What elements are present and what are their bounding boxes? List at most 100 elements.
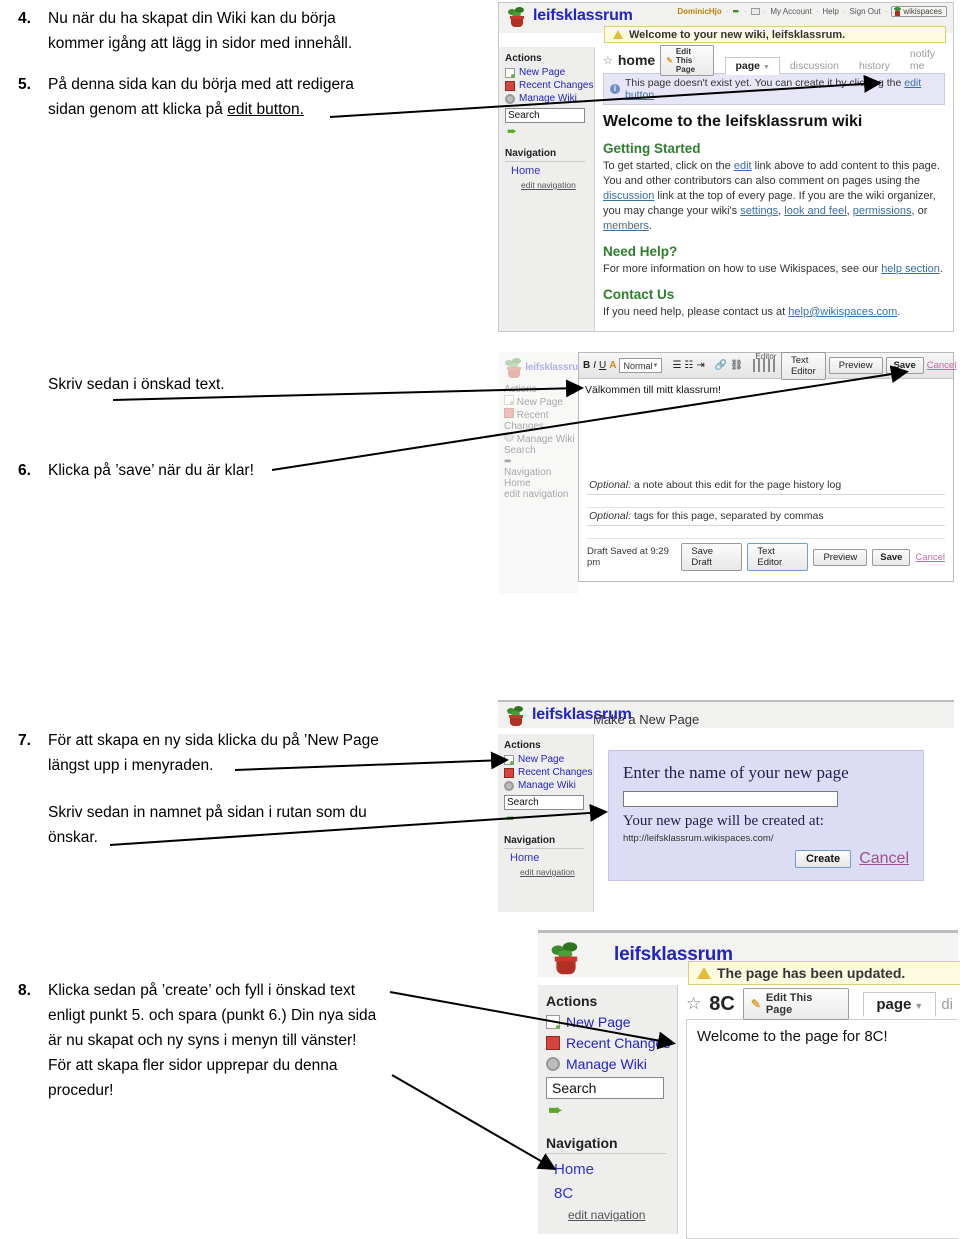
search-go-arrow-icon[interactable]: ➨ bbox=[548, 1100, 677, 1121]
newpage-cancel-link[interactable]: Cancel bbox=[859, 850, 909, 868]
updated-sidebar-item-manage-wiki[interactable]: Manage Wiki bbox=[546, 1056, 677, 1072]
tab-history[interactable]: history bbox=[849, 57, 900, 75]
edit-note-input[interactable] bbox=[587, 495, 945, 508]
updated-nav-link-home[interactable]: Home bbox=[554, 1161, 677, 1178]
updated-edit-this-page-button[interactable]: ✎ Edit This Page bbox=[742, 988, 850, 1020]
nh-link-help-section[interactable]: help section bbox=[881, 263, 940, 275]
sign-out-link[interactable]: Sign Out bbox=[850, 7, 881, 16]
gs-link-discussion[interactable]: discussion bbox=[603, 190, 654, 202]
calendar-icon bbox=[504, 408, 514, 418]
info-icon: i bbox=[610, 84, 620, 94]
newpage-edit-navigation-link[interactable]: edit navigation bbox=[520, 867, 593, 877]
step-write-text: Skriv sedan i önskad text. bbox=[18, 372, 418, 397]
editor-sidebar-item-new-page: New Page bbox=[504, 395, 578, 408]
newpage-sidebar-item-recent-changes-label: Recent Changes bbox=[518, 767, 593, 778]
nav-link-home[interactable]: Home bbox=[511, 165, 594, 177]
updated-edit-navigation-link[interactable]: edit navigation bbox=[568, 1208, 677, 1222]
section-getting-started-title: Getting Started bbox=[603, 141, 701, 156]
calendar-icon bbox=[505, 80, 515, 91]
updated-page-tabs: page ▼ di bbox=[863, 991, 958, 1017]
newpage-sidebar-item-manage-wiki[interactable]: Manage Wiki bbox=[504, 780, 593, 791]
edit-this-page-button[interactable]: ✎ Edit This Page bbox=[660, 44, 715, 76]
navigation-heading: Navigation bbox=[505, 148, 585, 162]
step-8-line-1: Klicka sedan på ’create’ och fyll i önsk… bbox=[48, 982, 356, 999]
editor-panel: Editor B I U A Normal ▼ ☰ ☷ ⇥ 🔗 ⛓ Text E… bbox=[578, 351, 957, 582]
gs-text-0: To get started, click on the bbox=[603, 160, 734, 172]
wikispaces-plant-icon bbox=[894, 7, 902, 16]
gs-link-look-and-feel[interactable]: look and feel bbox=[784, 205, 846, 217]
save-button-footer[interactable]: Save bbox=[872, 548, 911, 566]
editor-content[interactable]: Välkommen till mitt klassrum! bbox=[579, 379, 953, 401]
gs-link-settings[interactable]: settings bbox=[740, 205, 778, 217]
updated-nav-link-8c[interactable]: 8C bbox=[554, 1185, 677, 1202]
page-title: home bbox=[617, 52, 656, 68]
editor-edit-navigation-link: edit navigation bbox=[504, 489, 569, 500]
updated-search-input[interactable]: Search bbox=[546, 1077, 664, 1099]
step-4-line-2: kommer igång att lägg in sidor med inneh… bbox=[48, 35, 353, 52]
editor-wiki-name: leifsklassru bbox=[525, 361, 578, 373]
new-page-name-input[interactable] bbox=[623, 791, 838, 807]
username[interactable]: DominicHjo bbox=[677, 7, 721, 16]
step-8-line-5: procedur! bbox=[48, 1082, 114, 1099]
newpage-sidebar-item-new-page[interactable]: New Page bbox=[504, 754, 593, 765]
style-select-value: Normal bbox=[623, 360, 653, 371]
save-draft-button[interactable]: Save Draft bbox=[681, 543, 743, 571]
gs-link-members[interactable]: members bbox=[603, 220, 649, 232]
screenshot-wiki-editor: leifsklassru Actions New Page Recent Cha… bbox=[498, 351, 957, 594]
tab-discussion-partial[interactable]: di bbox=[936, 992, 958, 1017]
wikispaces-brand-button[interactable]: wikispaces bbox=[891, 6, 947, 17]
cu-link-email[interactable]: help@wikispaces.com bbox=[788, 306, 897, 318]
text-editor-button-footer[interactable]: Text Editor bbox=[747, 543, 809, 571]
step-6-line-1: Klicka på ’save’ när du är klar! bbox=[48, 462, 254, 479]
my-account-link[interactable]: My Account bbox=[770, 7, 811, 16]
favorite-star-icon[interactable]: ☆ bbox=[686, 994, 701, 1014]
cancel-link[interactable]: Cancel bbox=[927, 360, 957, 371]
newpage-search-input[interactable]: Search bbox=[504, 795, 584, 810]
plant-logo-icon bbox=[507, 5, 527, 27]
tags-input[interactable] bbox=[587, 526, 945, 539]
step-8-line-2: enligt punkt 5. och spara (punkt 6.) Din… bbox=[48, 1007, 377, 1024]
cancel-link-footer[interactable]: Cancel bbox=[915, 552, 945, 563]
gs-link-permissions[interactable]: permissions bbox=[853, 205, 912, 217]
sidebar-item-manage-wiki[interactable]: Manage Wiki bbox=[505, 93, 594, 104]
tab-notify-me[interactable]: notify me bbox=[900, 45, 945, 75]
newpage-sidebar-item-recent-changes[interactable]: Recent Changes bbox=[504, 767, 593, 778]
tab-page[interactable]: page ▼ bbox=[725, 57, 780, 75]
mail-icon[interactable] bbox=[750, 8, 760, 15]
new-page-subprompt: Your new page will be created at: bbox=[623, 813, 824, 829]
search-go-arrow-icon[interactable]: ➨ bbox=[507, 124, 594, 138]
gs-link-edit[interactable]: edit bbox=[734, 160, 752, 172]
warning-icon bbox=[697, 967, 711, 979]
gear-icon bbox=[546, 1057, 560, 1071]
editor-faded-sidebar: leifsklassru Actions New Page Recent Cha… bbox=[498, 352, 578, 594]
screenshot-page-updated: leifsklassrum The page has been updated.… bbox=[538, 930, 960, 1239]
step-8: 8. Klicka sedan på ’create’ och fyll i ö… bbox=[18, 978, 438, 1103]
section-contact-us-text: If you need help, please contact us at h… bbox=[603, 305, 945, 320]
newpage-nav-link-home[interactable]: Home bbox=[510, 852, 593, 864]
sidebar-item-recent-changes[interactable]: Recent Changes bbox=[505, 80, 594, 91]
tab-discussion[interactable]: discussion bbox=[780, 57, 849, 75]
editor-nav-link-home: Home bbox=[504, 478, 531, 489]
updated-page-title: 8C bbox=[709, 992, 735, 1015]
updated-page-content-box: Welcome to the page for 8C! bbox=[686, 1019, 958, 1239]
edit-navigation-link[interactable]: edit navigation bbox=[521, 180, 594, 190]
favorite-star-icon[interactable]: ☆ bbox=[603, 54, 613, 67]
newpage-actions-heading: Actions bbox=[504, 740, 541, 751]
updated-sidebar-item-recent-changes[interactable]: Recent Changes bbox=[546, 1035, 677, 1051]
step-4-number: 4. bbox=[18, 10, 31, 27]
updated-main: ☆ 8C ✎ Edit This Page page ▼ di Welcome t… bbox=[678, 985, 958, 1239]
nh-text-2: . bbox=[939, 263, 943, 275]
editor-footer: Optional: a note about this edit for the… bbox=[587, 477, 945, 575]
sidebar-item-new-page-label: New Page bbox=[519, 67, 566, 78]
sidebar-item-new-page[interactable]: New Page bbox=[505, 67, 594, 78]
go-arrow-icon[interactable]: ➨ bbox=[732, 6, 740, 17]
tab-page[interactable]: page ▼ bbox=[863, 991, 937, 1017]
search-input[interactable]: Search bbox=[505, 108, 585, 123]
create-button[interactable]: Create bbox=[794, 850, 852, 868]
preview-button-footer[interactable]: Preview bbox=[813, 548, 868, 566]
search-go-arrow-icon[interactable]: ➨ bbox=[506, 811, 593, 825]
wiki-logo[interactable]: leifsklassrum bbox=[507, 5, 633, 27]
updated-sidebar-item-recent-changes-label: Recent Changes bbox=[566, 1035, 671, 1051]
updated-sidebar-item-new-page[interactable]: New Page bbox=[546, 1014, 677, 1030]
help-link[interactable]: Help bbox=[822, 7, 838, 16]
